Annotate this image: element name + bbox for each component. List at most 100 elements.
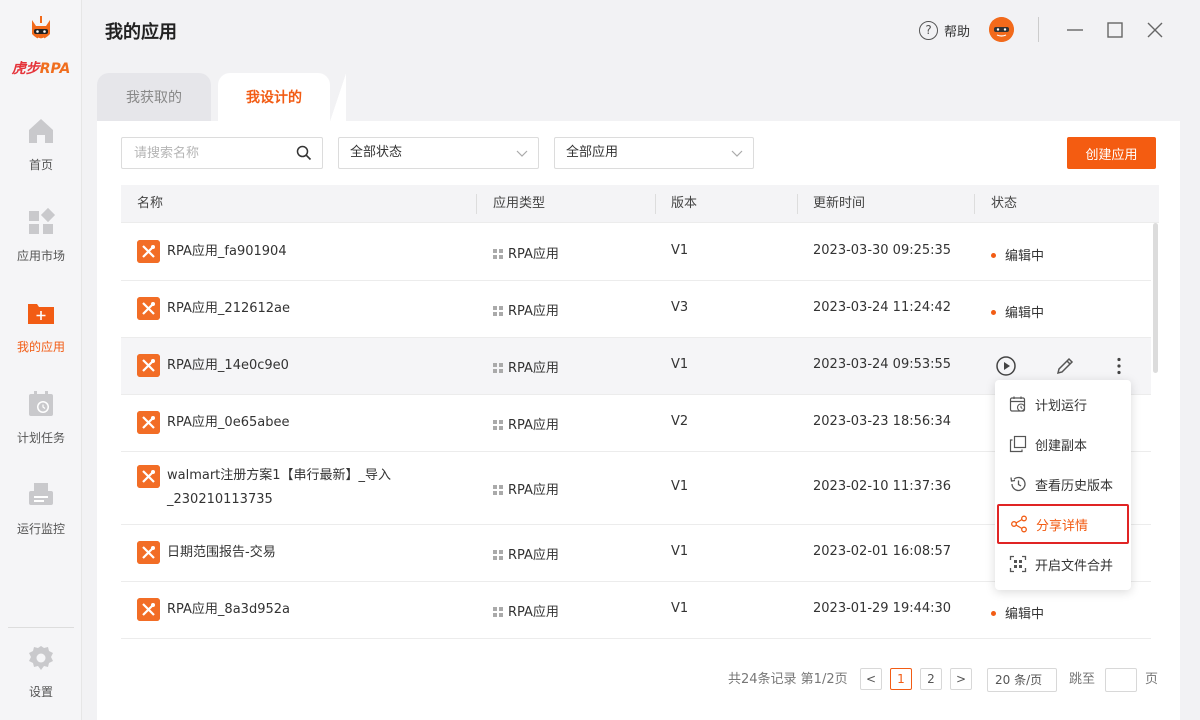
pagination-prev-button[interactable]: < <box>860 668 882 690</box>
table-header: 名称 应用类型 版本 更新时间 状态 <box>121 185 1159 223</box>
search-box <box>121 137 323 169</box>
tab-acquired[interactable]: 我获取的 <box>97 73 211 121</box>
menu-item-view-history[interactable]: 查看历史版本 <box>995 464 1131 504</box>
app-type-label: RPA应用 <box>508 304 559 319</box>
menu-item-label: 分享详情 <box>1036 518 1089 534</box>
sidebar-item-label: 应用市场 <box>16 249 65 263</box>
app-type-label: RPA应用 <box>508 247 559 262</box>
minimize-icon[interactable] <box>1062 17 1088 43</box>
app-type: RPA应用 <box>493 601 559 620</box>
menu-item-label: 计划运行 <box>1035 398 1088 414</box>
pagination-page-2[interactable]: 2 <box>920 668 942 690</box>
sidebar-item-settings[interactable]: 设置 <box>0 643 82 720</box>
sidebar-item-label: 运行监控 <box>16 522 65 536</box>
app-version: V2 <box>671 414 689 429</box>
table-scrollbar[interactable] <box>1153 223 1158 373</box>
app-filter-value: 全部应用 <box>566 145 619 160</box>
app-type: RPA应用 <box>493 479 559 498</box>
create-app-button[interactable]: 创建应用 <box>1067 137 1156 169</box>
app-type: RPA应用 <box>493 300 559 319</box>
brand-rpa: RPA <box>39 61 71 77</box>
main-panel: 全部状态 全部应用 创建应用 名称 应用类型 版本 更新时间 状态 RPA应用_… <box>97 121 1180 720</box>
pagination-next-button[interactable]: > <box>950 668 972 690</box>
merge-files-icon <box>1009 555 1027 573</box>
app-type: RPA应用 <box>493 357 559 376</box>
status-text: 编辑中 <box>1005 306 1045 321</box>
app-name[interactable]: 日期范围报告-交易 <box>167 541 276 565</box>
app-name[interactable]: walmart注册方案1【串行最新】_导入 <box>167 464 391 488</box>
menu-item-schedule-run[interactable]: 计划运行 <box>995 384 1131 424</box>
status-filter-value: 全部状态 <box>350 145 403 160</box>
status-text: 编辑中 <box>1005 607 1045 622</box>
schedule-run-icon <box>1009 396 1026 412</box>
maximize-icon[interactable] <box>1102 17 1128 43</box>
column-header-status: 状态 <box>991 196 1018 211</box>
grid-icon <box>493 306 503 316</box>
help-button[interactable]: ? 帮助 <box>919 18 970 42</box>
app-updated-time: 2023-03-30 09:25:35 <box>813 243 952 258</box>
app-name[interactable]: RPA应用_212612ae <box>167 297 290 321</box>
app-name[interactable]: RPA应用_0e65abee <box>167 411 289 435</box>
status-filter-select[interactable]: 全部状态 <box>338 137 539 169</box>
app-version: V1 <box>671 357 689 372</box>
sidebar-item-label: 我的应用 <box>16 340 65 354</box>
table-row[interactable]: RPA应用_212612ae RPA应用 V3 2023-03-24 11:24… <box>121 281 1151 338</box>
close-icon[interactable] <box>1142 17 1168 43</box>
status-badge: 编辑中 <box>991 302 1044 321</box>
app-version: V3 <box>671 300 689 315</box>
app-version: V1 <box>671 544 689 559</box>
app-market-icon <box>29 207 56 234</box>
app-name[interactable]: RPA应用_14e0c9e0 <box>167 354 289 378</box>
menu-item-enable-file-merge[interactable]: 开启文件合并 <box>995 544 1131 584</box>
avatar[interactable] <box>989 17 1014 42</box>
menu-item-share-details[interactable]: 分享详情 <box>997 504 1129 544</box>
column-header-type: 应用类型 <box>493 196 546 211</box>
menu-item-create-copy[interactable]: 创建副本 <box>995 424 1131 464</box>
app-updated-time: 2023-01-29 19:44:30 <box>813 601 952 616</box>
app-logo: 虎步RPA <box>0 14 82 78</box>
tiger-mascot-icon <box>32 16 50 40</box>
jump-page-input[interactable] <box>1105 668 1137 692</box>
search-icon[interactable] <box>296 145 312 161</box>
sidebar-item-run-monitor[interactable]: 运行监控 <box>0 480 82 560</box>
pagination-page-1[interactable]: 1 <box>890 668 912 690</box>
my-apps-folder-icon <box>28 304 54 324</box>
app-name[interactable]: RPA应用_8a3d952a <box>167 598 290 622</box>
run-play-icon[interactable] <box>994 354 1018 378</box>
search-input[interactable] <box>122 138 282 168</box>
app-filter-select[interactable]: 全部应用 <box>554 137 754 169</box>
chevron-down-icon <box>731 150 743 157</box>
edit-pencil-icon[interactable] <box>1053 354 1077 378</box>
rpa-app-icon <box>137 240 160 263</box>
page-size-select[interactable]: 20 条/页 <box>987 668 1057 692</box>
sidebar-item-my-apps[interactable]: 我的应用 <box>0 298 82 378</box>
status-dot <box>991 310 996 315</box>
title-bar: 我的应用 ? 帮助 <box>82 0 1200 60</box>
tab-designed[interactable]: 我设计的 <box>218 73 346 121</box>
app-name[interactable]: RPA应用_fa901904 <box>167 240 287 264</box>
grid-icon <box>493 485 503 495</box>
app-type-label: RPA应用 <box>508 548 559 563</box>
chevron-down-icon <box>516 150 528 157</box>
app-updated-time: 2023-03-24 11:24:42 <box>813 300 952 315</box>
app-updated-time: 2023-02-10 11:37:36 <box>813 479 952 494</box>
menu-item-label: 查看历史版本 <box>1035 478 1114 494</box>
app-type: RPA应用 <box>493 243 559 262</box>
status-dot <box>991 611 996 616</box>
sidebar: 虎步RPA 首页 应用市场 我的应用 计划任务 运行监控 设置 <box>0 0 82 720</box>
grid-icon <box>493 363 503 373</box>
table-row[interactable]: RPA应用_8a3d952a RPA应用 V1 2023-01-29 19:44… <box>121 582 1151 639</box>
gear-icon <box>29 646 53 670</box>
jump-label: 跳至 <box>1069 672 1096 687</box>
rpa-app-icon <box>137 297 160 320</box>
table-row[interactable]: RPA应用_fa901904 RPA应用 V1 2023-03-30 09:25… <box>121 223 1151 281</box>
sidebar-item-home[interactable]: 首页 <box>0 116 82 196</box>
more-vertical-icon[interactable] <box>1107 354 1131 378</box>
page-size-value: 20 条/页 <box>995 673 1043 687</box>
sidebar-item-app-market[interactable]: 应用市场 <box>0 207 82 287</box>
app-type-label: RPA应用 <box>508 605 559 620</box>
app-version: V1 <box>671 601 689 616</box>
app-name-continued[interactable]: _230210113735 <box>167 488 273 512</box>
sidebar-item-scheduled-tasks[interactable]: 计划任务 <box>0 389 82 469</box>
app-type-label: RPA应用 <box>508 361 559 376</box>
